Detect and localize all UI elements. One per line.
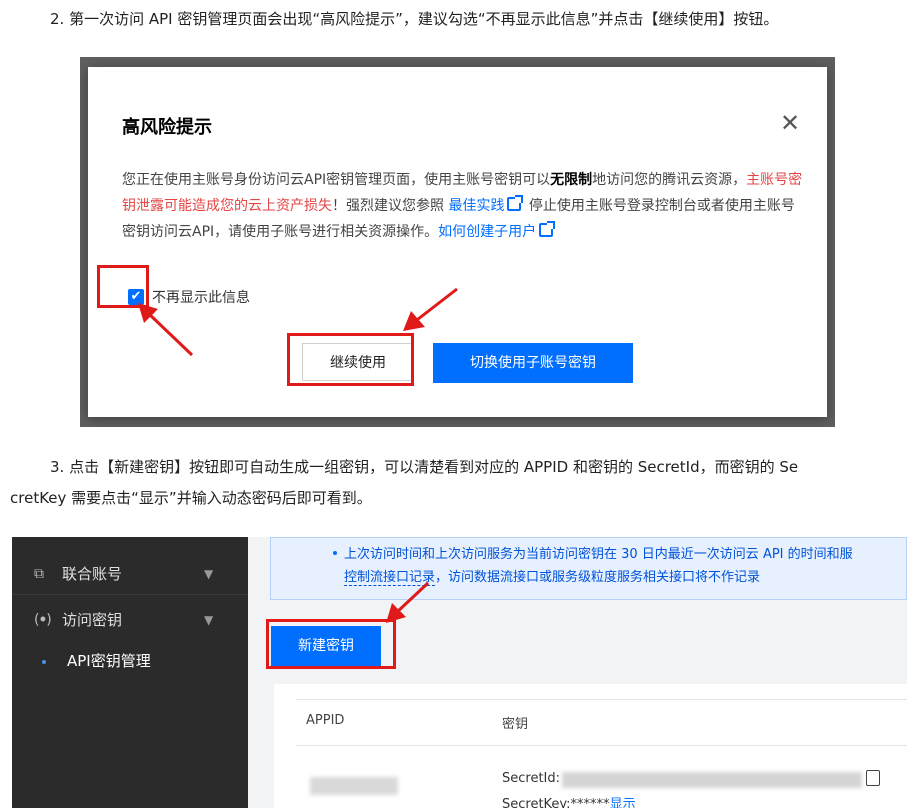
- bullet-icon: [333, 551, 337, 555]
- dont-show-again-row[interactable]: ✔ 不再显示此信息: [128, 285, 250, 309]
- message-text: 您正在使用主账号身份访问云API密钥管理页面，使用主账号密钥可以: [122, 172, 551, 188]
- notice-line-1: 上次访问时间和上次访问服务为当前访问密钥在 30 日内最近一次访问云 API 的…: [344, 547, 853, 562]
- key-table-panel: APPID 密钥 SecretId: SecretKey:******显示: [274, 684, 907, 808]
- continue-button[interactable]: 继续使用: [302, 343, 414, 381]
- show-secret-link[interactable]: 显示: [610, 797, 636, 808]
- notice-text: 控制流接口记录: [344, 570, 436, 586]
- federated-account-icon: ⧉: [34, 565, 44, 582]
- best-practice-link[interactable]: 最佳实践: [448, 198, 504, 214]
- sidebar-divider: [12, 594, 248, 595]
- appid-redacted: [310, 777, 398, 795]
- new-key-button[interactable]: 新建密钥: [271, 626, 381, 666]
- notice-line-2: 控制流接口记录，访问数据流接口或服务级粒度服务相关接口将不作记录: [344, 566, 761, 586]
- message-text: ！强烈建议您参照: [332, 198, 444, 214]
- step-3-text-line2: cretKey 需要点击“显示”并输入动态密码后即可看到。: [10, 489, 372, 507]
- close-icon[interactable]: ✕: [778, 111, 802, 135]
- switch-subaccount-button[interactable]: 切换使用子账号密钥: [433, 343, 633, 383]
- copy-icon[interactable]: [866, 770, 880, 786]
- chevron-down-icon: ▼: [204, 612, 214, 627]
- dont-show-again-checkbox[interactable]: ✔: [128, 289, 144, 305]
- chevron-down-icon: ▼: [204, 566, 214, 581]
- access-key-icon: (ꔷ): [34, 611, 52, 628]
- sidebar: ⧉ 联合账号 ▼ (ꔷ) 访问密钥 ▼ API密钥管理: [12, 537, 248, 808]
- column-header-appid: APPID: [306, 713, 345, 728]
- external-link-icon[interactable]: [507, 195, 524, 211]
- sidebar-item-label: 访问密钥: [62, 611, 123, 629]
- sidebar-item-api-key-management[interactable]: API密钥管理: [67, 650, 151, 671]
- sidebar-item-label: 联合账号: [62, 565, 123, 583]
- active-dot-icon: [42, 660, 46, 664]
- dialog-title: 高风险提示: [122, 117, 212, 138]
- dialog-message: 您正在使用主账号身份访问云API密钥管理页面，使用主账号密钥可以无限制地访问您的…: [122, 167, 806, 245]
- secret-id-redacted: [562, 772, 862, 788]
- column-header-key: 密钥: [502, 717, 529, 732]
- step-2-text: 2. 第一次访问 API 密钥管理页面会出现“高风险提示”，建议勾选“不再显示此…: [50, 10, 779, 28]
- screenshot-console: ⧉ 联合账号 ▼ (ꔷ) 访问密钥 ▼ API密钥管理 上次访问时间和上次访问服…: [12, 537, 907, 808]
- sidebar-item-federated-account[interactable]: ⧉ 联合账号 ▼: [34, 563, 213, 584]
- step-3-text-line1: 3. 点击【新建密钥】按钮即可自动生成一组密钥，可以清楚看到对应的 APPID …: [50, 458, 799, 476]
- secret-key-row: SecretKey:******显示: [502, 793, 636, 808]
- sidebar-item-access-key[interactable]: (ꔷ) 访问密钥 ▼: [34, 609, 213, 630]
- checkbox-label: 不再显示此信息: [152, 290, 250, 306]
- external-link-icon[interactable]: [539, 221, 556, 237]
- message-text: 地访问您的腾讯云资源，: [592, 172, 747, 188]
- table-header: APPID 密钥: [296, 699, 907, 746]
- secret-key-label: SecretKey:******: [502, 797, 610, 808]
- create-subuser-link[interactable]: 如何创建子用户: [438, 224, 536, 240]
- secret-id-label: SecretId:: [502, 771, 561, 786]
- info-notice: 上次访问时间和上次访问服务为当前访问密钥在 30 日内最近一次访问云 API 的…: [270, 537, 907, 600]
- message-bold: 无限制: [550, 172, 593, 188]
- high-risk-dialog: 高风险提示 ✕ 您正在使用主账号身份访问云API密钥管理页面，使用主账号密钥可以…: [88, 67, 827, 417]
- notice-text: ，访问数据流接口或服务级粒度服务相关接口将不作记录: [435, 570, 761, 585]
- screenshot-risk-dialog: 高风险提示 ✕ 您正在使用主账号身份访问云API密钥管理页面，使用主账号密钥可以…: [80, 57, 835, 427]
